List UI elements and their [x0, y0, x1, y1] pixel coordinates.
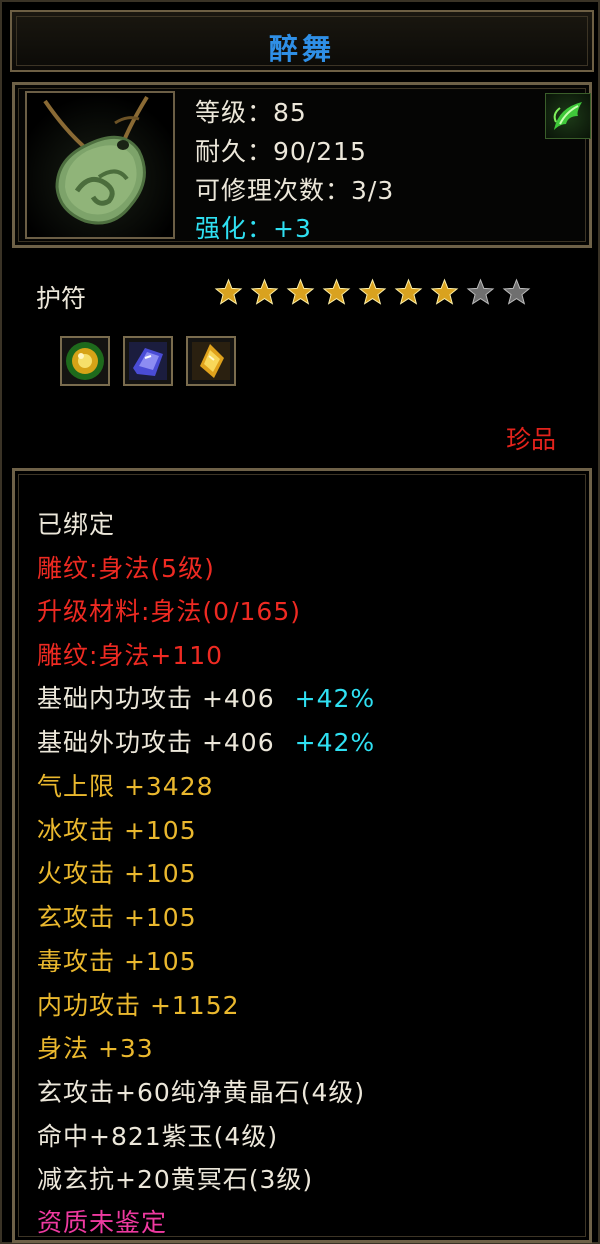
star-filled-icon: [286, 278, 315, 305]
inner-attack-line: 内功攻击 +1152: [37, 991, 240, 1020]
star-filled-icon: [430, 278, 459, 305]
repair-count-stat: 可修理次数：3/3: [195, 176, 395, 205]
engrave-line: 雕纹:身法(5级): [37, 554, 215, 583]
socketed-gem-2-line: 命中+821紫玉(4级): [37, 1122, 279, 1151]
base-inner-attack-value: 基础内功攻击 +406: [37, 684, 275, 713]
green-gold-orb-gem-icon: [60, 336, 110, 386]
star-filled-icon: [394, 278, 423, 305]
yellow-crystal-gem-icon: [186, 336, 236, 386]
durability-stat: 耐久：90/215: [195, 137, 367, 166]
star-empty-icon: [466, 278, 495, 305]
star-filled-icon: [358, 278, 387, 305]
qi-limit-line: 气上限 +3428: [37, 772, 214, 801]
socketed-gem-1-line: 玄攻击+60纯净黄晶石(4级): [37, 1078, 366, 1107]
ice-attack-line: 冰攻击 +105: [37, 816, 197, 845]
base-outer-attack-line: 基础外功攻击 +406 +42%: [37, 723, 375, 759]
purple-crystal-gem-icon: [123, 336, 173, 386]
base-outer-attack-value: 基础外功攻击 +406: [37, 728, 275, 757]
title-bar: 醉舞: [10, 10, 594, 72]
engrave-bonus-line: 雕纹:身法+110: [37, 641, 224, 670]
level-stat: 等级：85: [195, 98, 307, 127]
socketed-gem-3-line: 减玄抗+20黄冥石(3级): [37, 1165, 314, 1194]
quality-label: 珍品: [505, 425, 556, 454]
base-inner-attack-line: 基础内功攻击 +406 +42%: [37, 679, 375, 715]
base-inner-attack-percent: +42%: [294, 684, 376, 713]
bound-status: 已绑定: [37, 510, 116, 539]
base-outer-attack-percent: +42%: [294, 728, 376, 757]
item-info-box: 等级：85 耐久：90/215 可修理次数：3/3 强化：+3: [12, 82, 592, 248]
star-filled-icon: [322, 278, 351, 305]
upgrade-material-line: 升级材料:身法(0/165): [37, 597, 301, 626]
property-box: 已绑定 雕纹:身法(5级) 升级材料:身法(0/165) 雕纹:身法+110 基…: [12, 468, 592, 1243]
mystic-attack-line: 玄攻击 +105: [37, 903, 197, 932]
star-filled-icon: [214, 278, 243, 305]
star-empty-icon: [502, 278, 531, 305]
star-filled-icon: [250, 278, 279, 305]
poison-attack-line: 毒攻击 +105: [37, 947, 197, 976]
item-type: 护符: [36, 284, 87, 313]
jade-pendant-icon: [25, 91, 175, 239]
green-leaf-icon: [545, 93, 591, 139]
aptitude-line: 资质未鉴定: [37, 1208, 168, 1237]
star-rating: [214, 278, 531, 312]
enhance-stat: 强化：+3: [195, 214, 312, 243]
agility-line: 身法 +33: [37, 1034, 154, 1063]
item-name: 醉舞: [268, 32, 335, 66]
item-tooltip: 醉舞 等级：85 耐久：90/215 可修理次数：3/3 强化：+3 护符 珍品…: [0, 0, 600, 1244]
fire-attack-line: 火攻击 +105: [37, 859, 197, 888]
